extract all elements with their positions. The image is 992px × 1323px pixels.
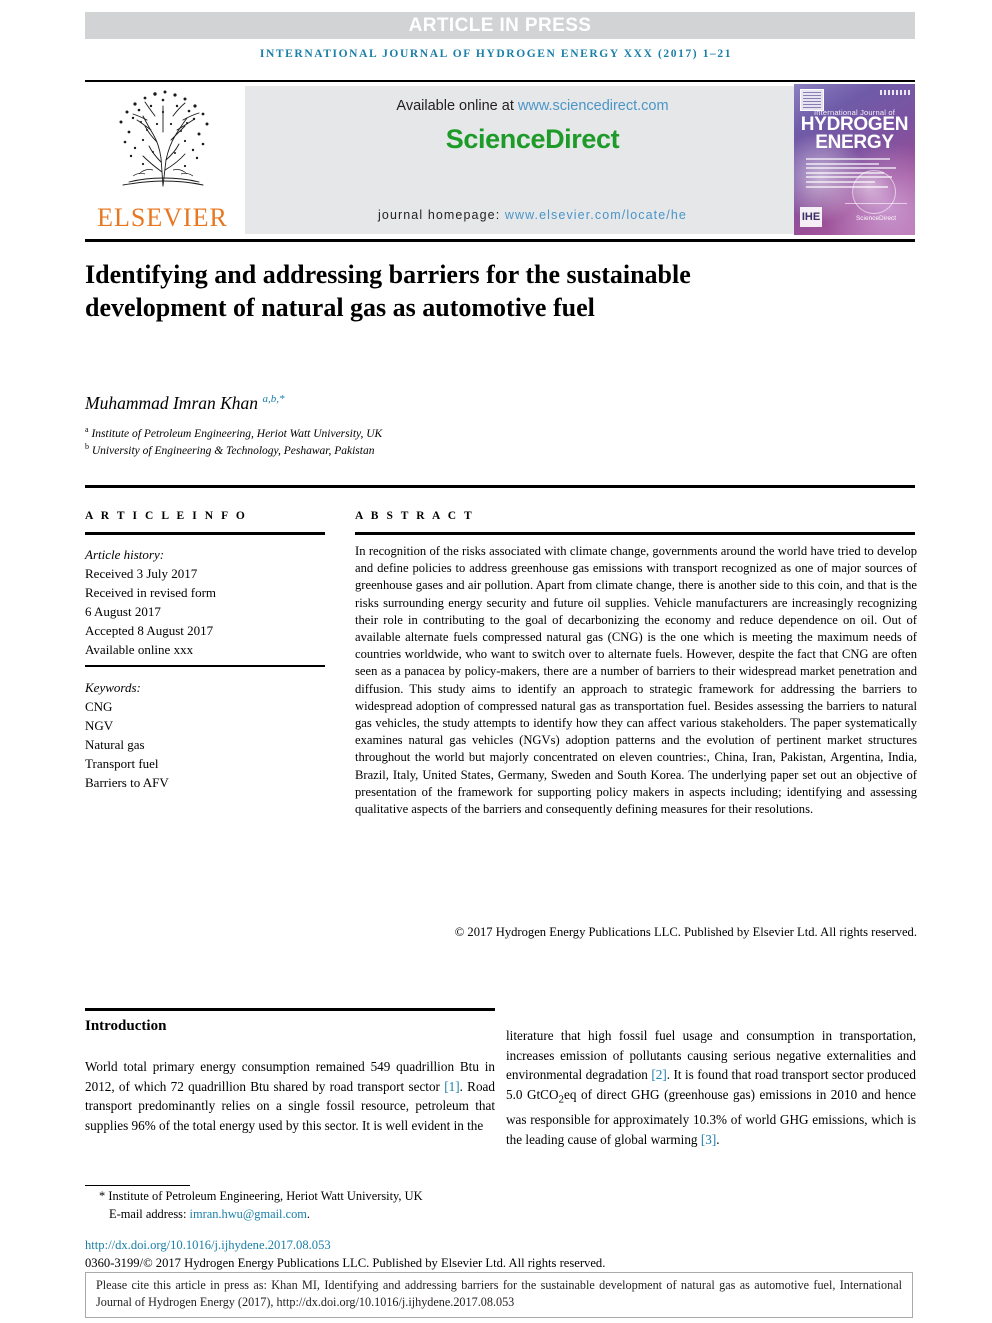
email-link[interactable]: imran.hwu@gmail.com — [190, 1207, 307, 1221]
article-revised-date: 6 August 2017 — [85, 604, 161, 619]
cite-article-box: Please cite this article in press as: Kh… — [85, 1272, 913, 1318]
cover-title-line2: ENERGY — [815, 132, 894, 153]
affiliation-b: b University of Engineering & Technology… — [85, 438, 785, 460]
keyword-item: Barriers to AFV — [85, 775, 169, 790]
citation-ref-1[interactable]: [1] — [444, 1079, 459, 1094]
citation-ref-2[interactable]: [2] — [651, 1067, 666, 1082]
abstract-text: In recognition of the risks associated w… — [355, 544, 917, 817]
article-revised-label: Received in revised form — [85, 585, 217, 600]
footnotes-block: * Institute of Petroleum Engineering, He… — [85, 1188, 645, 1223]
email-suffix: . — [306, 1206, 311, 1221]
article-in-press-banner: ARTICLE IN PRESS — [85, 12, 915, 39]
citation-ref-3[interactable]: [3] — [701, 1132, 716, 1147]
author-name-text: Muhammad Imran Khan — [85, 393, 259, 413]
email-label: E-mail address: — [109, 1206, 190, 1221]
article-in-press-label: ARTICLE IN PRESS — [408, 15, 592, 36]
issn-copyright-line: 0360-3199/© 2017 Hydrogen Energy Publica… — [85, 1256, 606, 1270]
footnote-divider-rule — [85, 1185, 190, 1186]
keyword-item: Natural gas — [85, 737, 145, 752]
keyword-item: CNG — [85, 699, 113, 714]
article-info-heading: A R T I C L E I N F O — [85, 510, 248, 522]
article-received: Received 3 July 2017 — [85, 566, 198, 581]
cover-ihe-badge: IHE — [800, 207, 822, 227]
journal-running-head: INTERNATIONAL JOURNAL OF HYDROGEN ENERGY… — [259, 48, 733, 60]
intro-left-text-a: World total primary energy consumption r… — [85, 1059, 495, 1094]
intro-right-text-d: . — [716, 1131, 720, 1147]
affiliation-b-text: University of Engineering & Technology, … — [91, 444, 375, 457]
doi-link[interactable]: http://dx.doi.org/10.1016/j.ijhydene.201… — [85, 1238, 331, 1253]
introduction-left-column: World total primary energy consumption r… — [85, 1057, 495, 1135]
elsevier-tree-icon — [119, 90, 209, 187]
elsevier-wordmark: ELSEVIER — [97, 203, 228, 232]
journal-homepage-link[interactable]: www.elsevier.com/locate/he — [505, 208, 687, 222]
introduction-heading: Introduction — [85, 1018, 167, 1034]
article-history-label: Article history: — [85, 547, 165, 562]
available-online-prefix: Available online at — [396, 98, 518, 114]
affiliation-b-mark: b — [85, 442, 89, 451]
cite-article-text: Please cite this article in press as: Kh… — [96, 1278, 902, 1309]
keywords-label: Keywords: — [85, 680, 141, 695]
cover-footer: ScienceDirect — [845, 202, 907, 226]
keywords-divider-rule — [85, 665, 325, 667]
keyword-item: NGV — [85, 718, 114, 733]
journal-homepage-prefix: journal homepage: — [378, 208, 505, 222]
masthead: ELSEVIER Available online at www.science… — [85, 84, 915, 237]
article-info-heading-rule — [85, 532, 325, 535]
sciencedirect-panel: Available online at www.sciencedirect.co… — [245, 86, 820, 234]
article-available-online: Available online xxx — [85, 642, 194, 657]
author-name: Muhammad Imran Khan a,b,* — [85, 393, 785, 414]
affiliation-a-mark: a — [85, 425, 89, 434]
masthead-top-rule — [85, 80, 915, 82]
keyword-item: Transport fuel — [85, 756, 159, 771]
elsevier-logo: ELSEVIER — [85, 84, 240, 237]
abstract-heading-rule — [355, 532, 915, 535]
article-accepted: Accepted 8 August 2017 — [85, 623, 214, 638]
journal-homepage-line: journal homepage: www.elsevier.com/locat… — [245, 208, 820, 222]
abstract-section-bottom-rule — [0, 0, 830, 3]
sciencedirect-logo[interactable]: ScienceDirect — [245, 124, 820, 155]
page-title: Identifying and addressing barriers for … — [85, 260, 691, 322]
cover-title: HYDROGEN ENERGY — [794, 115, 915, 153]
journal-cover-thumbnail: International Journal of HYDROGEN ENERGY… — [794, 84, 915, 235]
corresponding-author-mark: * — [99, 1189, 106, 1203]
sciencedirect-url-link[interactable]: www.sciencedirect.com — [518, 98, 669, 114]
available-online-line: Available online at www.sciencedirect.co… — [245, 98, 820, 114]
corresponding-author-note: * Institute of Petroleum Engineering, He… — [85, 1188, 645, 1206]
keywords-block: Keywords: CNG NGV Natural gas Transport … — [85, 678, 335, 792]
cover-issn-mark — [880, 90, 910, 95]
cover-footer-label: ScienceDirect — [855, 215, 897, 222]
abstract-section-top-rule — [85, 485, 915, 488]
corresponding-author-affiliation: Institute of Petroleum Engineering, Heri… — [108, 1189, 423, 1203]
introduction-right-column: literature that high fossil fuel usage a… — [506, 1026, 916, 1149]
abstract-copyright: © 2017 Hydrogen Energy Publications LLC.… — [454, 925, 917, 939]
article-history-block: Article history: Received 3 July 2017 Re… — [85, 545, 335, 659]
abstract-heading: A B S T R A C T — [355, 510, 475, 522]
masthead-bottom-rule — [85, 239, 915, 242]
introduction-rule — [85, 1008, 495, 1011]
email-note: E-mail address: imran.hwu@gmail.com. — [85, 1206, 645, 1224]
author-affiliation-marks: a,b,* — [262, 393, 285, 406]
